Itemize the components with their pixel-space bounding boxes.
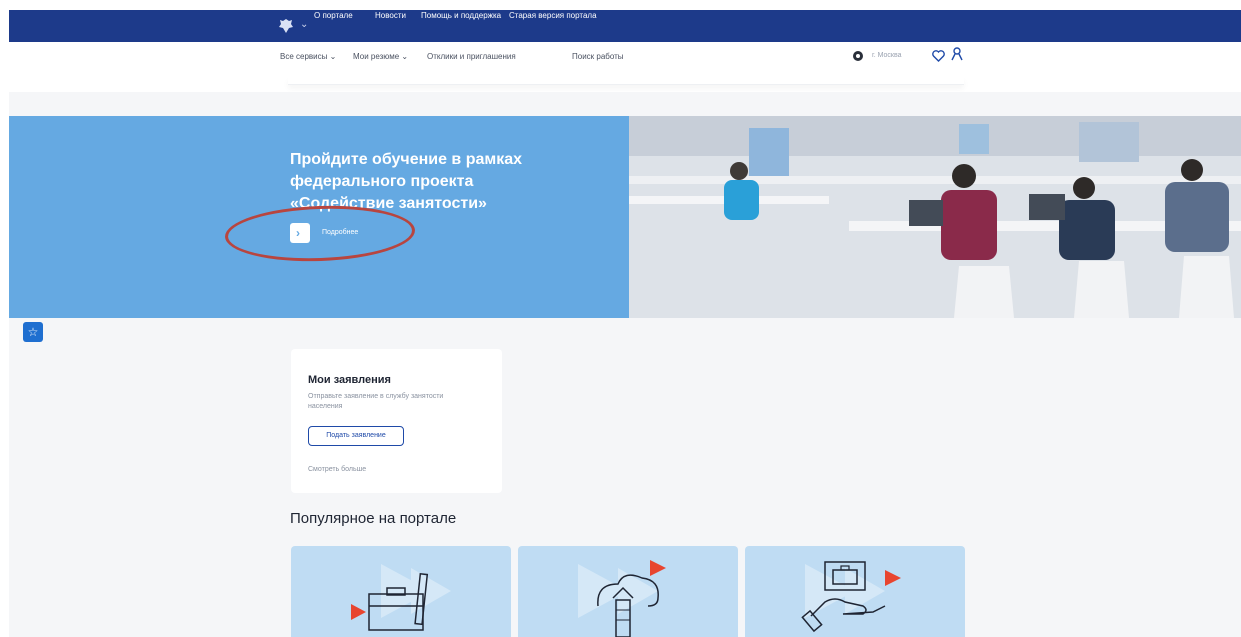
my-applications-card: Мои заявления Отправьте заявление в служ… bbox=[291, 349, 502, 493]
submit-application-button[interactable]: Подать заявление bbox=[308, 426, 404, 446]
hero-photo bbox=[629, 116, 1241, 318]
topnav-old-version[interactable]: Старая версия портала bbox=[509, 11, 597, 20]
star-icon[interactable]: ☆ bbox=[23, 322, 43, 342]
card-title: Мои заявления bbox=[308, 374, 391, 386]
region-selector[interactable]: г. Москва bbox=[872, 52, 902, 59]
popular-tile-cloud[interactable] bbox=[518, 546, 738, 637]
top-navigation-bar: ⌄ bbox=[9, 10, 1241, 42]
user-profile-icon[interactable] bbox=[951, 47, 963, 66]
topnav-about[interactable]: О портале bbox=[314, 11, 353, 20]
coat-of-arms-icon[interactable] bbox=[277, 17, 295, 35]
see-more-link[interactable]: Смотреть больше bbox=[308, 466, 366, 473]
favorites-heart-icon[interactable] bbox=[932, 49, 945, 67]
card-description: Отправьте заявление в службу занятости н… bbox=[308, 393, 444, 410]
popular-section-title: Популярное на портале bbox=[290, 510, 457, 527]
cloud-upload-icon bbox=[578, 560, 666, 637]
chevron-down-icon[interactable]: ⌄ bbox=[300, 19, 308, 30]
header-divider bbox=[288, 76, 964, 85]
subnav-my-resumes[interactable]: Мои резюме ⌄ bbox=[353, 52, 408, 61]
topnav-help[interactable]: Помощь и поддержка bbox=[421, 11, 501, 20]
popular-tile-vacancies[interactable] bbox=[291, 546, 511, 637]
subnav-job-search[interactable]: Поиск работы bbox=[572, 52, 624, 61]
briefcase-pen-icon bbox=[351, 564, 451, 631]
accessibility-icon[interactable] bbox=[852, 49, 864, 67]
page-background bbox=[9, 92, 1241, 116]
subnav-all-services[interactable]: Все сервисы ⌄ bbox=[280, 52, 336, 61]
topnav-news[interactable]: Новости bbox=[375, 11, 406, 20]
popular-tile-services[interactable] bbox=[745, 546, 965, 637]
hand-briefcase-icon bbox=[801, 561, 901, 633]
subnav-responses[interactable]: Отклики и приглашения bbox=[427, 52, 516, 61]
hero-title-line-1: Пройдите обучение в рамках bbox=[290, 151, 523, 168]
hero-title-line-2: федерального проекта bbox=[290, 173, 474, 190]
secondary-navigation: Все сервисы ⌄ Мои резюме ⌄ Отклики и при… bbox=[9, 42, 1241, 72]
